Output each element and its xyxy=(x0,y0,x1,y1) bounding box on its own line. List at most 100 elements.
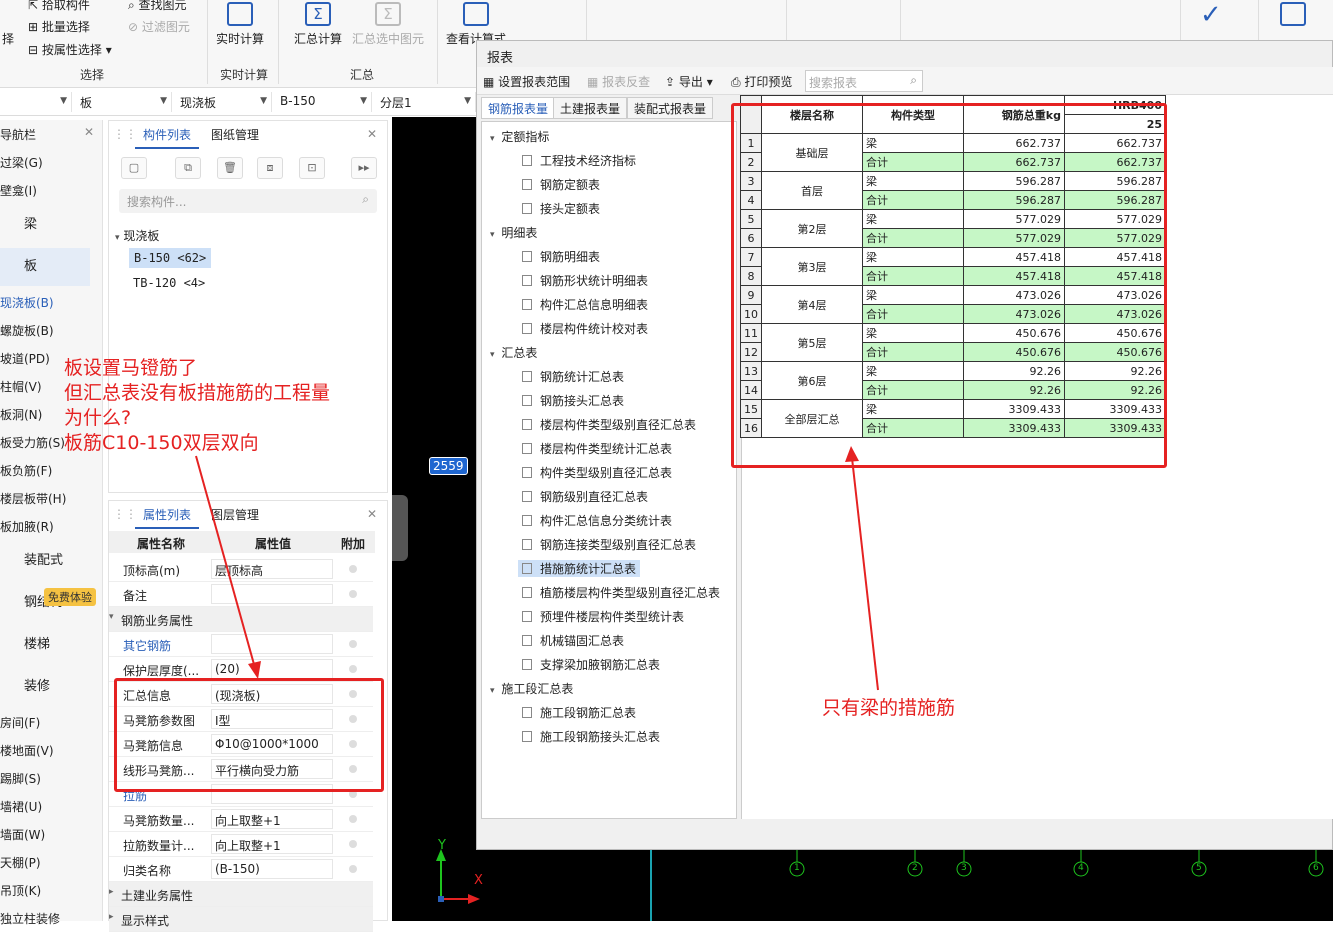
nav-item-suspended-ceiling[interactable]: 吊顶(K) xyxy=(0,882,41,899)
print-preview-button[interactable]: ⎙ 打印预览 xyxy=(731,73,792,90)
nav-item-room[interactable]: 房间(F) xyxy=(0,714,40,731)
nav-item-cast-slab[interactable]: 现浇板(B) xyxy=(0,294,54,311)
search-component-input[interactable]: 搜索构件... ⌕ xyxy=(119,189,377,213)
tree-report-item[interactable]: 楼层构件类型级别直径汇总表 xyxy=(522,416,696,433)
nav-group-slab[interactable]: 板 xyxy=(0,248,90,286)
tree-group[interactable]: ▾ 明细表 xyxy=(490,224,537,241)
prop-row[interactable]: 拉筋数量计... 向上取整+1 xyxy=(109,832,373,857)
layer-combo[interactable]: 分层1 ▼ xyxy=(376,92,476,112)
tree-report-item[interactable]: 预埋件楼层构件类型统计表 xyxy=(522,608,684,625)
nav-item-ceiling[interactable]: 天棚(P) xyxy=(0,854,41,871)
more-icon[interactable]: ▸▸ xyxy=(351,157,377,179)
extra-checkbox[interactable] xyxy=(349,565,357,573)
nav-item-slab-band[interactable]: 楼层板带(H) xyxy=(0,490,66,507)
tree-group[interactable]: ▾ 施工段汇总表 xyxy=(490,680,573,697)
prop-row[interactable]: 其它钢筋 xyxy=(109,632,373,657)
tree-report-item[interactable]: 钢筋定额表 xyxy=(522,176,600,193)
layer-copy-icon[interactable]: ⧈ xyxy=(257,157,283,179)
tree-report-item[interactable]: 钢筋接头汇总表 xyxy=(522,392,624,409)
check-icon[interactable]: ✓ xyxy=(1200,0,1222,30)
category-combo[interactable]: 板 ▼ xyxy=(76,92,172,112)
tree-report-item[interactable]: 植筋楼层构件类型级别直径汇总表 xyxy=(522,584,720,601)
prop-value[interactable]: 向上取整+1 xyxy=(211,834,333,854)
drag-handle-icon[interactable]: ⋮⋮ xyxy=(113,507,137,521)
tree-report-item[interactable]: 措施筋统计汇总表 xyxy=(518,560,641,577)
component-combo[interactable]: B-150 ▼ xyxy=(276,92,372,112)
nav-item-slab-neg-rebar[interactable]: 板负筋(F) xyxy=(0,462,52,479)
tree-report-item[interactable]: 钢筋统计汇总表 xyxy=(522,368,624,385)
extra-checkbox[interactable] xyxy=(349,840,357,848)
tree-report-item[interactable]: 支撑梁加腋钢筋汇总表 xyxy=(522,656,660,673)
tab-prefab-report[interactable]: 装配式报表量 xyxy=(627,97,714,119)
close-icon[interactable]: ✕ xyxy=(367,507,377,521)
tree-report-item[interactable]: 施工段钢筋接头汇总表 xyxy=(522,728,660,745)
tree-report-item[interactable]: 钢筋形状统计明细表 xyxy=(522,272,648,289)
tree-report-item[interactable]: 机械锚固汇总表 xyxy=(522,632,624,649)
tree-group[interactable]: ▾ 汇总表 xyxy=(490,344,537,361)
new-component-icon[interactable]: ▢ xyxy=(121,157,147,179)
attr-select-button[interactable]: ⊟ 按属性选择 ▾ xyxy=(28,41,112,58)
tree-root[interactable]: ▾ 现浇板 xyxy=(115,227,159,244)
prop-row[interactable]: 备注 xyxy=(109,582,373,607)
nav-item-lintel[interactable]: 过梁(G) xyxy=(0,154,43,171)
nav-group-beam[interactable]: 梁 xyxy=(0,206,90,244)
report-search-input[interactable]: 搜索报表 ⌕ xyxy=(805,70,923,92)
import-icon[interactable]: ⊡ xyxy=(299,157,325,179)
floor-combo[interactable]: ▼ xyxy=(0,92,72,112)
component-item-b150[interactable]: B-150 <62> xyxy=(129,248,212,268)
view-report-button[interactable] xyxy=(1280,2,1306,30)
type-combo[interactable]: 现浇板 ▼ xyxy=(176,92,272,112)
tree-report-item[interactable]: 构件汇总信息分类统计表 xyxy=(522,512,672,529)
summary-calc-button[interactable]: Σ 汇总计算 xyxy=(294,2,342,47)
extra-checkbox[interactable] xyxy=(349,865,357,873)
nav-group-decoration[interactable]: 装修 xyxy=(0,668,90,706)
chevron-down-icon[interactable]: ▾ xyxy=(109,612,114,622)
extra-checkbox[interactable] xyxy=(349,815,357,823)
tree-report-item[interactable]: 施工段钢筋汇总表 xyxy=(522,704,636,721)
nav-item-column-cap[interactable]: 柱帽(V) xyxy=(0,378,42,395)
prop-row[interactable]: 钢筋业务属性 ▾ xyxy=(109,607,373,632)
component-item-tb120[interactable]: TB-120 <4> xyxy=(133,276,205,290)
tab-drawing-management[interactable]: 图纸管理 xyxy=(203,121,267,149)
nav-item-dado[interactable]: 墙裙(U) xyxy=(0,798,42,815)
summary-selected-button[interactable]: Σ 汇总选中图元 xyxy=(352,2,424,47)
tree-report-item[interactable]: 构件类型级别直径汇总表 xyxy=(522,464,672,481)
delete-icon[interactable]: 🗑 xyxy=(217,157,243,179)
prop-value[interactable]: (B-150) xyxy=(211,859,333,879)
report-reverse-button[interactable]: ▦ 报表反查 xyxy=(587,73,650,90)
prop-row[interactable]: 顶标高(m) 层顶标高 xyxy=(109,557,373,582)
prop-row[interactable]: 显示样式 ▸ xyxy=(109,907,373,932)
close-icon[interactable]: ✕ xyxy=(84,125,94,139)
tree-report-item[interactable]: 构件汇总信息明细表 xyxy=(522,296,648,313)
tree-report-item[interactable]: 钢筋连接类型级别直径汇总表 xyxy=(522,536,696,553)
extra-checkbox[interactable] xyxy=(349,640,357,648)
nav-item-column-decoration[interactable]: 独立柱装修 xyxy=(0,910,60,927)
prop-value[interactable]: (20) xyxy=(211,659,333,679)
nav-item-niche[interactable]: 壁龛(I) xyxy=(0,182,37,199)
batch-select-button[interactable]: ⊞ 批量选择 xyxy=(28,18,90,35)
extra-checkbox[interactable] xyxy=(349,590,357,598)
prop-row[interactable]: 土建业务属性 ▸ xyxy=(109,882,373,907)
extra-checkbox[interactable] xyxy=(349,665,357,673)
nav-group-stairs[interactable]: 楼梯 xyxy=(0,626,90,664)
tab-rebar-report[interactable]: 钢筋报表量 xyxy=(481,97,556,119)
nav-item-wall-face[interactable]: 墙面(W) xyxy=(0,826,45,843)
tab-properties[interactable]: 属性列表 xyxy=(135,501,200,529)
nav-item-skirting[interactable]: 踢脚(S) xyxy=(0,770,41,787)
prop-value[interactable] xyxy=(211,634,333,654)
prop-value[interactable]: 层顶标高 xyxy=(211,559,333,579)
tree-report-item[interactable]: 钢筋级别直径汇总表 xyxy=(522,488,648,505)
nav-item-slab-main-rebar[interactable]: 板受力筋(S) xyxy=(0,434,65,451)
tree-report-item[interactable]: 接头定额表 xyxy=(522,200,600,217)
tab-component-list[interactable]: 构件列表 xyxy=(135,121,200,149)
prop-value[interactable]: 向上取整+1 xyxy=(211,809,333,829)
tree-report-item[interactable]: 楼层构件类型统计汇总表 xyxy=(522,440,672,457)
nav-item-slab-haunch[interactable]: 板加腋(R) xyxy=(0,518,54,535)
drag-handle-icon[interactable]: ⋮⋮ xyxy=(113,127,137,141)
prop-row[interactable]: 归类名称 (B-150) xyxy=(109,857,373,882)
nav-item-ramp[interactable]: 坡道(PD) xyxy=(0,350,50,367)
filter-element-button[interactable]: ⊘ 过滤图元 xyxy=(128,18,190,35)
set-range-button[interactable]: ▦ 设置报表范围 xyxy=(483,73,570,90)
chevron-right-icon[interactable]: ▸ xyxy=(109,887,114,897)
prop-row[interactable]: 马凳筋数量... 向上取整+1 xyxy=(109,807,373,832)
